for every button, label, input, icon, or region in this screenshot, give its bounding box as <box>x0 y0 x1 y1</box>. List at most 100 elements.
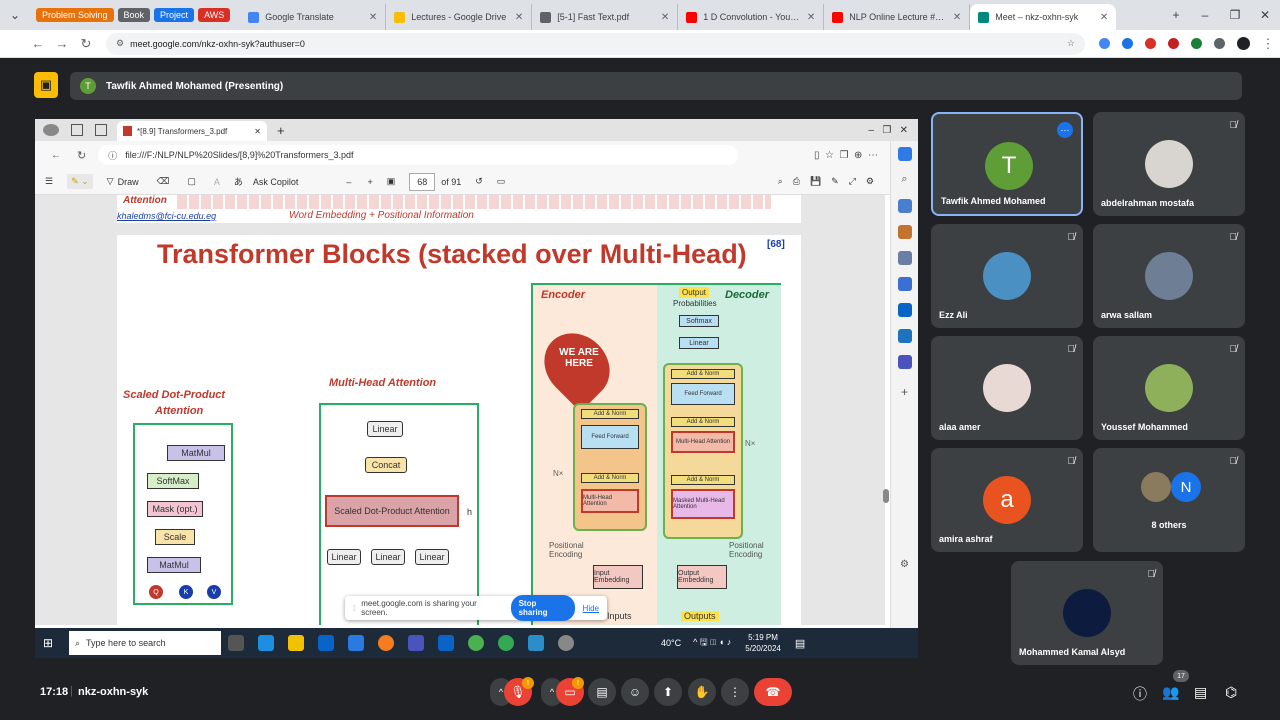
participant-tile[interactable]: alaa amer 🎙̸ <box>931 336 1083 440</box>
leave-call-button[interactable]: ☎ <box>754 678 792 706</box>
present-button[interactable]: ⬆ <box>654 678 682 706</box>
restore-button[interactable]: ❐ <box>1220 4 1250 26</box>
participant-name: Mohammed Kamal Alsyd <box>1019 647 1126 657</box>
bookmark-item[interactable]: Problem Solving <box>36 8 114 22</box>
extension-icon[interactable] <box>1168 38 1179 49</box>
menu-icon[interactable]: ⋮ <box>1256 36 1280 52</box>
dec-nx: N× <box>745 439 756 448</box>
dec-sublayer: Add & Norm <box>671 417 735 427</box>
extension-icon[interactable] <box>1122 38 1133 49</box>
pdf-right-icons: ⌕ ⎙ 💾 ✎ ⤢ ⚙ <box>777 176 874 186</box>
extensions-puzzle-icon[interactable] <box>1214 38 1225 49</box>
hand-icon: ✋ <box>694 685 710 699</box>
pdf-icon <box>123 126 132 136</box>
browser-tab[interactable]: [5-1] Fast Text.pdf ✕ <box>532 4 679 30</box>
stop-sharing-button[interactable]: Stop sharing <box>510 595 575 621</box>
info-icon[interactable]: ⓘ <box>1133 684 1147 704</box>
dec-pos-encoding: Positional Encoding <box>729 541 764 559</box>
pdf-scroll-thumb <box>883 489 889 503</box>
enc-nx: N× <box>553 469 564 478</box>
back-icon[interactable]: ← <box>26 36 50 51</box>
participant-tile[interactable]: Ezz Ali 🎙̸ <box>931 224 1083 328</box>
tab-title: [5-1] Fast Text.pdf <box>557 12 630 22</box>
more-options-button[interactable]: ⋮ <box>721 678 749 706</box>
encoder-label: Encoder <box>541 289 586 301</box>
bookmark-item[interactable]: Book <box>117 8 151 22</box>
close-tab-icon[interactable]: ✕ <box>515 12 523 23</box>
close-tab-icon: ✕ <box>254 126 261 136</box>
bookmark-star-icon[interactable]: ☆ <box>1067 38 1075 49</box>
participant-name: amira ashraf <box>939 534 993 544</box>
tray-icons: ^ 🖫 ◫ ◖ ♪ <box>693 637 732 647</box>
participant-tile[interactable]: Mohammed Kamal Alsyd 🎙̸ <box>1011 561 1163 665</box>
people-icon[interactable]: 👥 <box>1162 684 1179 701</box>
minimize-button[interactable]: – <box>1190 4 1220 26</box>
input-embedding: Input Embedding <box>593 565 643 589</box>
emoji-button[interactable]: ☺ <box>621 678 649 706</box>
dec-sublayer: Masked Multi-Head Attention <box>671 489 735 519</box>
muted-mic-icon: 🎙̸ <box>1229 344 1238 355</box>
extension-icon[interactable] <box>1099 38 1110 49</box>
close-window-button[interactable]: ✕ <box>1250 4 1280 26</box>
page-number-input: 68 <box>409 172 436 191</box>
tab-favicon-icon <box>832 11 844 23</box>
captions-button[interactable]: ▤ <box>588 678 616 706</box>
activities-icon[interactable]: ⌬ <box>1225 684 1237 701</box>
attention-text: Attention <box>123 195 167 206</box>
tile-options-icon[interactable]: ⋯ <box>1057 122 1073 138</box>
present-icon: ⬆ <box>662 685 674 699</box>
raise-hand-button[interactable]: ✋ <box>688 678 716 706</box>
mha-block: Linear <box>371 549 405 565</box>
app-icon <box>558 635 574 651</box>
hide-link[interactable]: Hide <box>583 604 599 613</box>
extension-icon[interactable] <box>1145 38 1156 49</box>
presentation-icon[interactable]: ▣ <box>34 72 58 98</box>
presenter-bar: T Tawfik Ahmed Mohamed (Presenting) <box>70 72 1242 100</box>
bookmark-item[interactable]: Project <box>154 8 195 22</box>
browser-tab[interactable]: 1 D Convolution - YouTube ✕ <box>678 4 825 30</box>
dec-sublayer: Add & Norm <box>671 475 735 485</box>
participant-avatar: a <box>983 476 1031 524</box>
site-info-icon[interactable]: ⚙ <box>116 38 124 49</box>
enc-sublayer: Add & Norm <box>581 473 639 483</box>
browser-tab[interactable]: Meet – nkz-oxhn-syk ✕ <box>970 4 1117 30</box>
close-tab-icon[interactable]: ✕ <box>661 12 669 23</box>
browser-tab[interactable]: Google Translate ✕ <box>240 4 387 30</box>
sdpa-title-line1: Scaled Dot-Product <box>123 389 226 401</box>
fit-icon: ▣ <box>386 176 396 186</box>
browser-tab[interactable]: Lectures - Google Drive ✕ <box>386 4 533 30</box>
forward-icon[interactable]: → <box>50 36 74 51</box>
linear-block: Linear <box>679 337 719 349</box>
participant-tile[interactable]: N 8 others 🎙̸ <box>1093 448 1245 552</box>
tab-favicon-icon <box>540 11 552 23</box>
draw-icon: ▽ <box>106 176 114 186</box>
clock-date: 5/20/2024 <box>745 644 781 653</box>
close-tab-icon[interactable]: ✕ <box>369 12 377 23</box>
bookmark-item[interactable]: AWS <box>198 8 231 22</box>
new-tab-button[interactable]: + <box>1162 4 1190 26</box>
close-tab-icon[interactable]: ✕ <box>1100 12 1108 23</box>
participant-tile[interactable]: arwa sallam 🎙̸ <box>1093 224 1245 328</box>
sdpa-block: SoftMax <box>147 473 199 489</box>
extension-icon[interactable] <box>1191 38 1202 49</box>
participant-tile[interactable]: Youssef Mohammed 🎙̸ <box>1093 336 1245 440</box>
participant-tile[interactable]: abdelrahman mostafa 🎙̸ <box>1093 112 1245 216</box>
profile-avatar[interactable] <box>1237 37 1250 50</box>
weather-temp: 40°C <box>661 638 682 648</box>
chrome-icon <box>498 635 514 651</box>
transformer-diagram: Encoder Decoder Output Probabilities Sof… <box>531 283 781 625</box>
reload-icon[interactable]: ↻ <box>74 36 98 52</box>
settings-icon: ⚙ <box>900 559 909 570</box>
chat-icon[interactable]: ▤ <box>1194 684 1207 701</box>
participant-avatar: T <box>985 142 1033 190</box>
address-bar[interactable]: ⚙ meet.google.com/nkz-oxhn-syk?authuser=… <box>106 32 1085 55</box>
participant-tile[interactable]: T Tawfik Ahmed Mohamed ⋯ <box>931 112 1083 216</box>
browser-tab[interactable]: NLP Online Lecture #2 - YouTu ✕ <box>824 4 971 30</box>
url-text: meet.google.com/nkz-oxhn-syk?authuser=0 <box>130 38 305 49</box>
drag-handle-icon[interactable]: ⁞ <box>353 604 355 613</box>
participant-tile[interactable]: a amira ashraf 🎙̸ <box>931 448 1083 552</box>
close-tab-icon[interactable]: ✕ <box>807 12 815 23</box>
close-tab-icon[interactable]: ✕ <box>953 12 961 23</box>
tab-search-icon[interactable]: ⌄ <box>0 4 30 26</box>
sidebar-app-icon <box>897 225 912 239</box>
